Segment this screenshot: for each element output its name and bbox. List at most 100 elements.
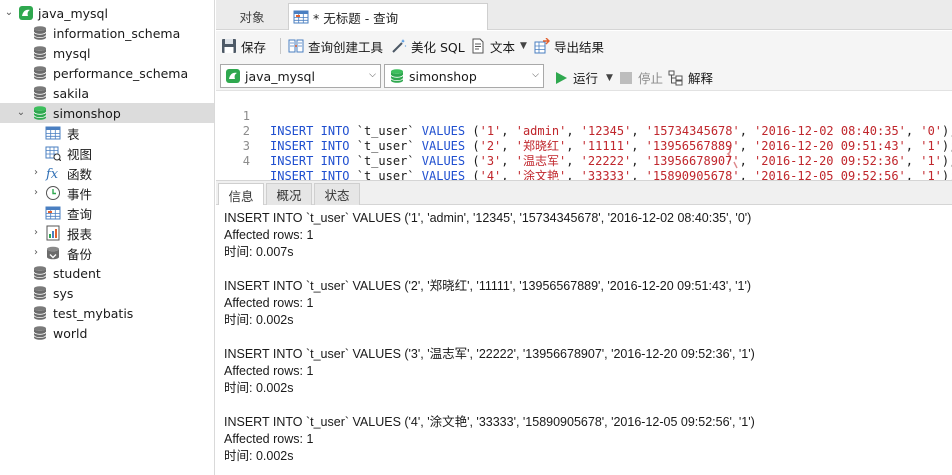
connection-tree: ⌄ java_mysql information_schema mysql pe… bbox=[0, 0, 215, 475]
tree-item-java-mysql[interactable]: ⌄ java_mysql bbox=[0, 3, 214, 23]
message-time: 时间: 0.002s bbox=[224, 381, 294, 395]
message-sql: INSERT INTO `t_user` VALUES ('1', 'admin… bbox=[224, 211, 752, 225]
tree-item-tables[interactable]: 表 bbox=[0, 123, 214, 143]
database-icon bbox=[32, 65, 48, 81]
tree-item-performance-schema[interactable]: performance_schema bbox=[0, 63, 214, 83]
query-toolbar: 保存 查询创建工具 美化 SQL 文本 ▼ 导出结果 bbox=[216, 31, 952, 61]
code-line: 2 INSERT INTO `t_user` VALUES ('2', '郑晓红… bbox=[216, 109, 952, 153]
save-icon bbox=[221, 38, 237, 54]
tab-query[interactable]: * 无标题 - 查询 bbox=[288, 3, 488, 30]
explain-button[interactable]: 解释 bbox=[668, 68, 713, 87]
export-results-button[interactable]: 导出结果 bbox=[534, 37, 604, 55]
text-button[interactable]: 文本 ▼ bbox=[470, 37, 527, 55]
function-icon: fx bbox=[45, 165, 61, 181]
tree-item-label: 备份 bbox=[67, 246, 93, 262]
tree-item-label: 事件 bbox=[67, 186, 93, 202]
chevron-down-icon: ⌵ bbox=[369, 70, 376, 80]
query-builder-button[interactable]: 查询创建工具 bbox=[288, 37, 383, 55]
tree-item-simonshop[interactable]: ⌄ simonshop bbox=[0, 103, 214, 123]
export-results-label: 导出结果 bbox=[554, 39, 605, 55]
chevron-right-icon[interactable]: › bbox=[31, 248, 41, 258]
message-panel: INSERT INTO `t_user` VALUES ('1', 'admin… bbox=[216, 205, 952, 475]
code-line: 3 INSERT INTO `t_user` VALUES ('3', '温志军… bbox=[216, 124, 952, 168]
tree-item-backups[interactable]: › 备份 bbox=[0, 243, 214, 263]
tab-info[interactable]: 信息 bbox=[218, 183, 264, 206]
document-tabs: 对象 * 无标题 - 查询 bbox=[216, 0, 952, 30]
tree-item-label: test_mybatis bbox=[53, 305, 134, 321]
chevron-right-icon[interactable]: › bbox=[31, 228, 41, 238]
tree-item-sys[interactable]: sys bbox=[0, 283, 214, 303]
tab-label: 信息 bbox=[228, 188, 254, 204]
tree-item-label: 视图 bbox=[67, 146, 93, 162]
query-builder-icon bbox=[288, 38, 304, 54]
beautify-sql-button[interactable]: 美化 SQL bbox=[391, 37, 465, 55]
stop-button[interactable]: 停止 bbox=[618, 68, 663, 87]
tab-profile[interactable]: 概况 bbox=[266, 183, 312, 205]
line-number: 4 bbox=[242, 154, 250, 168]
tab-objects[interactable]: 对象 bbox=[216, 3, 288, 30]
run-label: 运行 bbox=[573, 71, 599, 86]
tree-item-mysql[interactable]: mysql bbox=[0, 43, 214, 63]
mouse-cursor-icon bbox=[725, 144, 739, 170]
message-affected: Affected rows: 1 bbox=[224, 364, 314, 378]
chevron-right-icon[interactable]: › bbox=[31, 188, 41, 198]
tab-status[interactable]: 状态 bbox=[314, 183, 360, 205]
message-time: 时间: 0.007s bbox=[224, 245, 294, 259]
database-icon bbox=[32, 305, 48, 321]
report-icon bbox=[45, 225, 61, 241]
tree-item-label: student bbox=[53, 265, 101, 281]
beautify-sql-label: 美化 SQL bbox=[411, 39, 465, 55]
message-sql: INSERT INTO `t_user` VALUES ('4', '涂文艳',… bbox=[224, 415, 755, 429]
tab-label: 概况 bbox=[276, 188, 302, 203]
tree-item-student[interactable]: student bbox=[0, 263, 214, 283]
tree-item-world[interactable]: world bbox=[0, 323, 214, 343]
text-document-icon bbox=[470, 38, 486, 54]
message-affected: Affected rows: 1 bbox=[224, 432, 314, 446]
message-sql: INSERT INTO `t_user` VALUES ('3', '温志军',… bbox=[224, 347, 755, 361]
query-icon bbox=[45, 205, 61, 221]
run-button[interactable]: 运行 ▼ bbox=[553, 68, 613, 87]
tab-label: * 无标题 - 查询 bbox=[313, 10, 399, 26]
message-sql: INSERT INTO `t_user` VALUES ('2', '郑晓红',… bbox=[224, 279, 752, 293]
database-icon bbox=[389, 68, 405, 84]
tree-item-reports[interactable]: › 报表 bbox=[0, 223, 214, 243]
result-tabs: 信息 概况 状态 bbox=[216, 180, 952, 206]
database-icon bbox=[32, 25, 48, 41]
tree-item-label: 表 bbox=[67, 126, 80, 142]
save-button[interactable]: 保存 bbox=[221, 37, 266, 55]
connection-select[interactable]: java_mysql ⌵ bbox=[220, 64, 381, 88]
tree-item-information-schema[interactable]: information_schema bbox=[0, 23, 214, 43]
database-select[interactable]: simonshop ⌵ bbox=[384, 64, 544, 88]
message-time: 时间: 0.002s bbox=[224, 449, 294, 463]
navicat-window: ⌄ java_mysql information_schema mysql pe… bbox=[0, 0, 952, 475]
tree-item-label: 报表 bbox=[67, 226, 93, 242]
mysql-connection-icon bbox=[225, 68, 241, 84]
chevron-right-icon[interactable]: › bbox=[31, 168, 41, 178]
tree-item-queries[interactable]: 查询 bbox=[0, 203, 214, 223]
database-icon bbox=[32, 85, 48, 101]
sql-editor[interactable]: 1 INSERT INTO `t_user` VALUES ('1', 'adm… bbox=[216, 92, 952, 183]
export-icon bbox=[534, 38, 550, 54]
event-icon bbox=[45, 185, 61, 201]
connection-select-value: java_mysql bbox=[245, 68, 315, 84]
message-time: 时间: 0.002s bbox=[224, 313, 294, 327]
tree-item-label: java_mysql bbox=[38, 5, 108, 21]
tree-item-views[interactable]: 视图 bbox=[0, 143, 214, 163]
database-select-value: simonshop bbox=[409, 68, 477, 84]
tree-item-test-mybatis[interactable]: test_mybatis bbox=[0, 303, 214, 323]
code-line: 4 INSERT INTO `t_user` VALUES ('4', '涂文艳… bbox=[216, 139, 952, 183]
tree-item-label: information_schema bbox=[53, 25, 181, 41]
chevron-down-icon[interactable]: ⌄ bbox=[16, 108, 26, 118]
tree-item-label: 查询 bbox=[67, 206, 93, 222]
tree-item-sakila[interactable]: sakila bbox=[0, 83, 214, 103]
tree-item-label: sakila bbox=[53, 85, 90, 101]
database-icon bbox=[32, 325, 48, 341]
view-icon bbox=[45, 145, 61, 161]
tree-item-events[interactable]: › 事件 bbox=[0, 183, 214, 203]
database-icon bbox=[32, 265, 48, 281]
tree-item-label: simonshop bbox=[53, 105, 121, 121]
tree-item-functions[interactable]: › fx 函数 bbox=[0, 163, 214, 183]
code-line: 1 INSERT INTO `t_user` VALUES ('1', 'adm… bbox=[216, 94, 952, 138]
tree-item-label: performance_schema bbox=[53, 65, 189, 81]
chevron-down-icon[interactable]: ⌄ bbox=[4, 8, 14, 18]
